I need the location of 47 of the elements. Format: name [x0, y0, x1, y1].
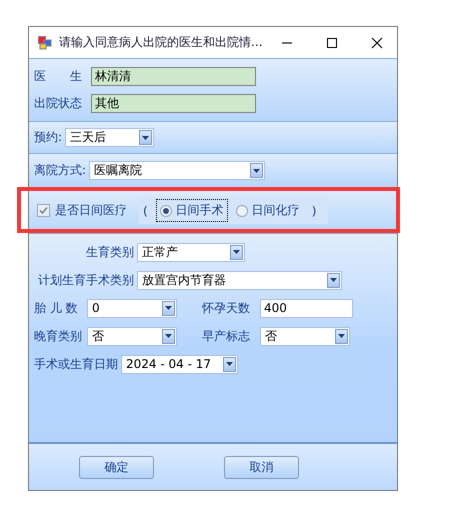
field-label: 医 生 [34, 68, 83, 85]
dropdown[interactable]: 否 [87, 326, 177, 346]
paren-text: ( [142, 204, 149, 218]
dropdown-button[interactable] [335, 328, 348, 344]
dropdown[interactable]: 0 [87, 298, 177, 318]
caret-icon [226, 362, 233, 366]
field-label: 计划生育手术类别 [37, 272, 134, 288]
caret-icon [165, 306, 172, 310]
caret-icon [165, 334, 172, 338]
appointment-dropdown[interactable]: 三天后 [65, 128, 154, 147]
dropdown-button[interactable] [230, 244, 243, 260]
field-label: 早产标志 [202, 328, 251, 344]
discharge-method-dropdown[interactable]: 医嘱离院 [89, 161, 266, 180]
maximize-icon[interactable] [326, 36, 338, 48]
caret-icon [330, 278, 337, 282]
dialog-button[interactable]: 取消 [224, 456, 299, 478]
field-label: 手术或生育日期 [34, 356, 118, 372]
window-title: 请输入同意病人出院的医生和出院情... [59, 34, 262, 51]
text-field[interactable]: 林清清 [91, 67, 256, 86]
field-label: 胎 儿 数 [34, 300, 79, 316]
dialog-button[interactable]: 确定 [79, 456, 154, 478]
field-label: 出院状态 [34, 95, 83, 112]
caret-icon [338, 334, 345, 338]
dropdown-button[interactable] [162, 300, 175, 316]
field-label: 怀孕天数 [202, 300, 251, 316]
dropdown-button[interactable] [250, 163, 264, 178]
field-label: 晚育类别 [34, 328, 83, 344]
dropdown[interactable]: 放置宫内节育器 [137, 270, 342, 290]
dropdown-button[interactable] [162, 328, 175, 344]
text-field[interactable]: 其他 [91, 94, 256, 113]
dropdown-button[interactable] [139, 130, 152, 145]
field-label: 离院方式: [34, 162, 86, 179]
date-picker[interactable]: 2024 - 04 - 17 [121, 354, 238, 374]
field-label: 生育类别 [85, 244, 134, 260]
text-field[interactable]: 400 [260, 298, 353, 318]
dropdown[interactable]: 否 [260, 326, 350, 346]
paren-text: ) [310, 204, 318, 218]
dropdown[interactable]: 正常产 [137, 242, 245, 262]
checkbox-label: 是否日间医疗 [55, 202, 127, 219]
dropdown-button[interactable] [223, 356, 236, 372]
caret-icon [253, 168, 260, 172]
caret-icon [233, 250, 240, 254]
caret-icon [142, 136, 150, 140]
dropdown-button[interactable] [327, 272, 340, 288]
field-label: 预约: [34, 129, 62, 146]
app-icon [38, 36, 52, 50]
close-icon[interactable] [371, 36, 383, 48]
